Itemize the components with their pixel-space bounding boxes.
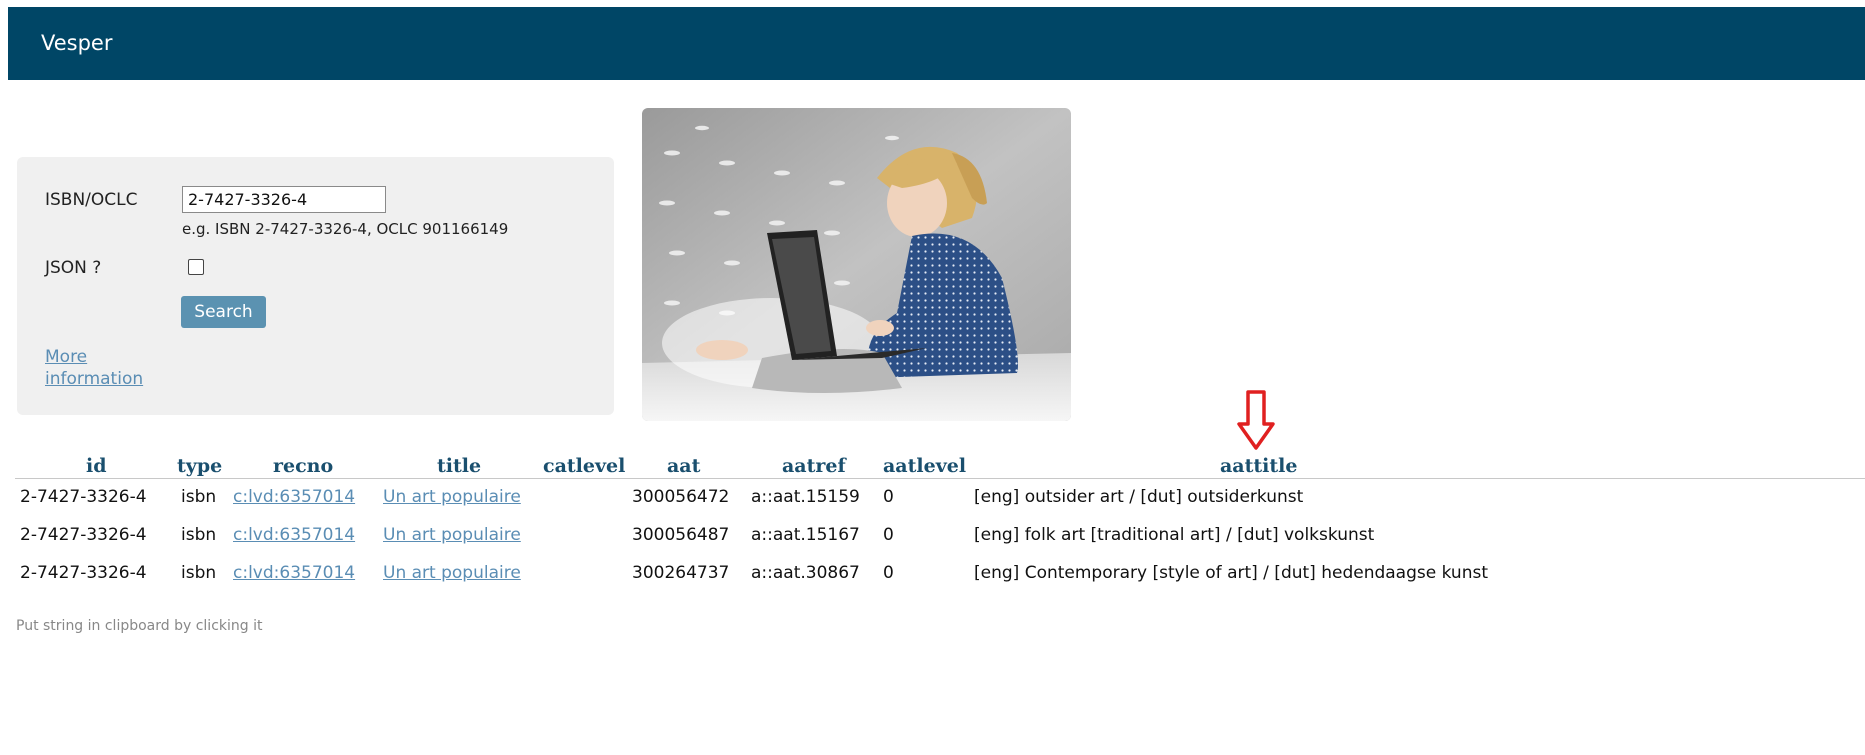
cell-aat[interactable]: 300264737 bbox=[632, 563, 729, 583]
brand-title[interactable]: Vesper bbox=[41, 31, 112, 55]
cell-id[interactable]: 2-7427-3326-4 bbox=[20, 487, 147, 507]
clipboard-hint: Put string in clipboard by clicking it bbox=[16, 618, 263, 634]
cell-aattitle[interactable]: [eng] Contemporary [style of art] / [dut… bbox=[974, 563, 1488, 583]
cell-recno-link[interactable]: c:lvd:6357014 bbox=[233, 525, 355, 545]
col-header-aatlevel: aatlevel bbox=[883, 455, 967, 477]
cell-aatlevel[interactable]: 0 bbox=[883, 563, 894, 583]
cell-aatref[interactable]: a::aat.15159 bbox=[751, 487, 860, 507]
cell-aattitle[interactable]: [eng] folk art [traditional art] / [dut]… bbox=[974, 525, 1374, 545]
cell-title-link[interactable]: Un art populaire bbox=[383, 487, 521, 507]
cell-aattitle[interactable]: [eng] outsider art / [dut] outsiderkunst bbox=[974, 487, 1303, 507]
json-checkbox[interactable] bbox=[188, 259, 204, 275]
cell-aatref[interactable]: a::aat.30867 bbox=[751, 563, 860, 583]
cell-aatlevel[interactable]: 0 bbox=[883, 525, 894, 545]
col-header-id: id bbox=[86, 455, 107, 477]
down-arrow-icon bbox=[1237, 390, 1275, 450]
search-button[interactable]: Search bbox=[181, 296, 266, 328]
cell-title-link[interactable]: Un art populaire bbox=[383, 525, 521, 545]
col-header-recno: recno bbox=[273, 455, 334, 477]
child-laptop-photo bbox=[642, 108, 1071, 421]
cell-aatref[interactable]: a::aat.15167 bbox=[751, 525, 860, 545]
isbn-hint: e.g. ISBN 2-7427-3326-4, OCLC 901166149 bbox=[182, 220, 509, 238]
more-link-line2[interactable]: information bbox=[45, 368, 143, 390]
col-header-aattitle: aattitle bbox=[1220, 455, 1298, 477]
more-link-line1[interactable]: More bbox=[45, 346, 143, 368]
col-header-catlevel: catlevel bbox=[543, 455, 626, 477]
col-header-type: type bbox=[177, 455, 223, 477]
col-header-title: title bbox=[437, 455, 482, 477]
col-header-aatref: aatref bbox=[782, 455, 846, 477]
cell-aatlevel[interactable]: 0 bbox=[883, 487, 894, 507]
cell-title-link[interactable]: Un art populaire bbox=[383, 563, 521, 583]
cell-aat[interactable]: 300056472 bbox=[632, 487, 729, 507]
isbn-label: ISBN/OCLC bbox=[45, 190, 138, 210]
cell-aat[interactable]: 300056487 bbox=[632, 525, 729, 545]
cell-type[interactable]: isbn bbox=[181, 563, 216, 583]
cell-id[interactable]: 2-7427-3326-4 bbox=[20, 563, 147, 583]
table-header-divider bbox=[15, 478, 1865, 479]
cell-id[interactable]: 2-7427-3326-4 bbox=[20, 525, 147, 545]
cell-recno-link[interactable]: c:lvd:6357014 bbox=[233, 563, 355, 583]
col-header-aat: aat bbox=[667, 455, 701, 477]
cell-type[interactable]: isbn bbox=[181, 525, 216, 545]
json-label: JSON ? bbox=[45, 258, 102, 278]
app-header: Vesper bbox=[8, 7, 1865, 80]
cell-recno-link[interactable]: c:lvd:6357014 bbox=[233, 487, 355, 507]
photo-illustration bbox=[642, 108, 1071, 421]
cell-type[interactable]: isbn bbox=[181, 487, 216, 507]
isbn-input[interactable] bbox=[182, 186, 386, 213]
more-information-link[interactable]: More information bbox=[45, 346, 143, 390]
